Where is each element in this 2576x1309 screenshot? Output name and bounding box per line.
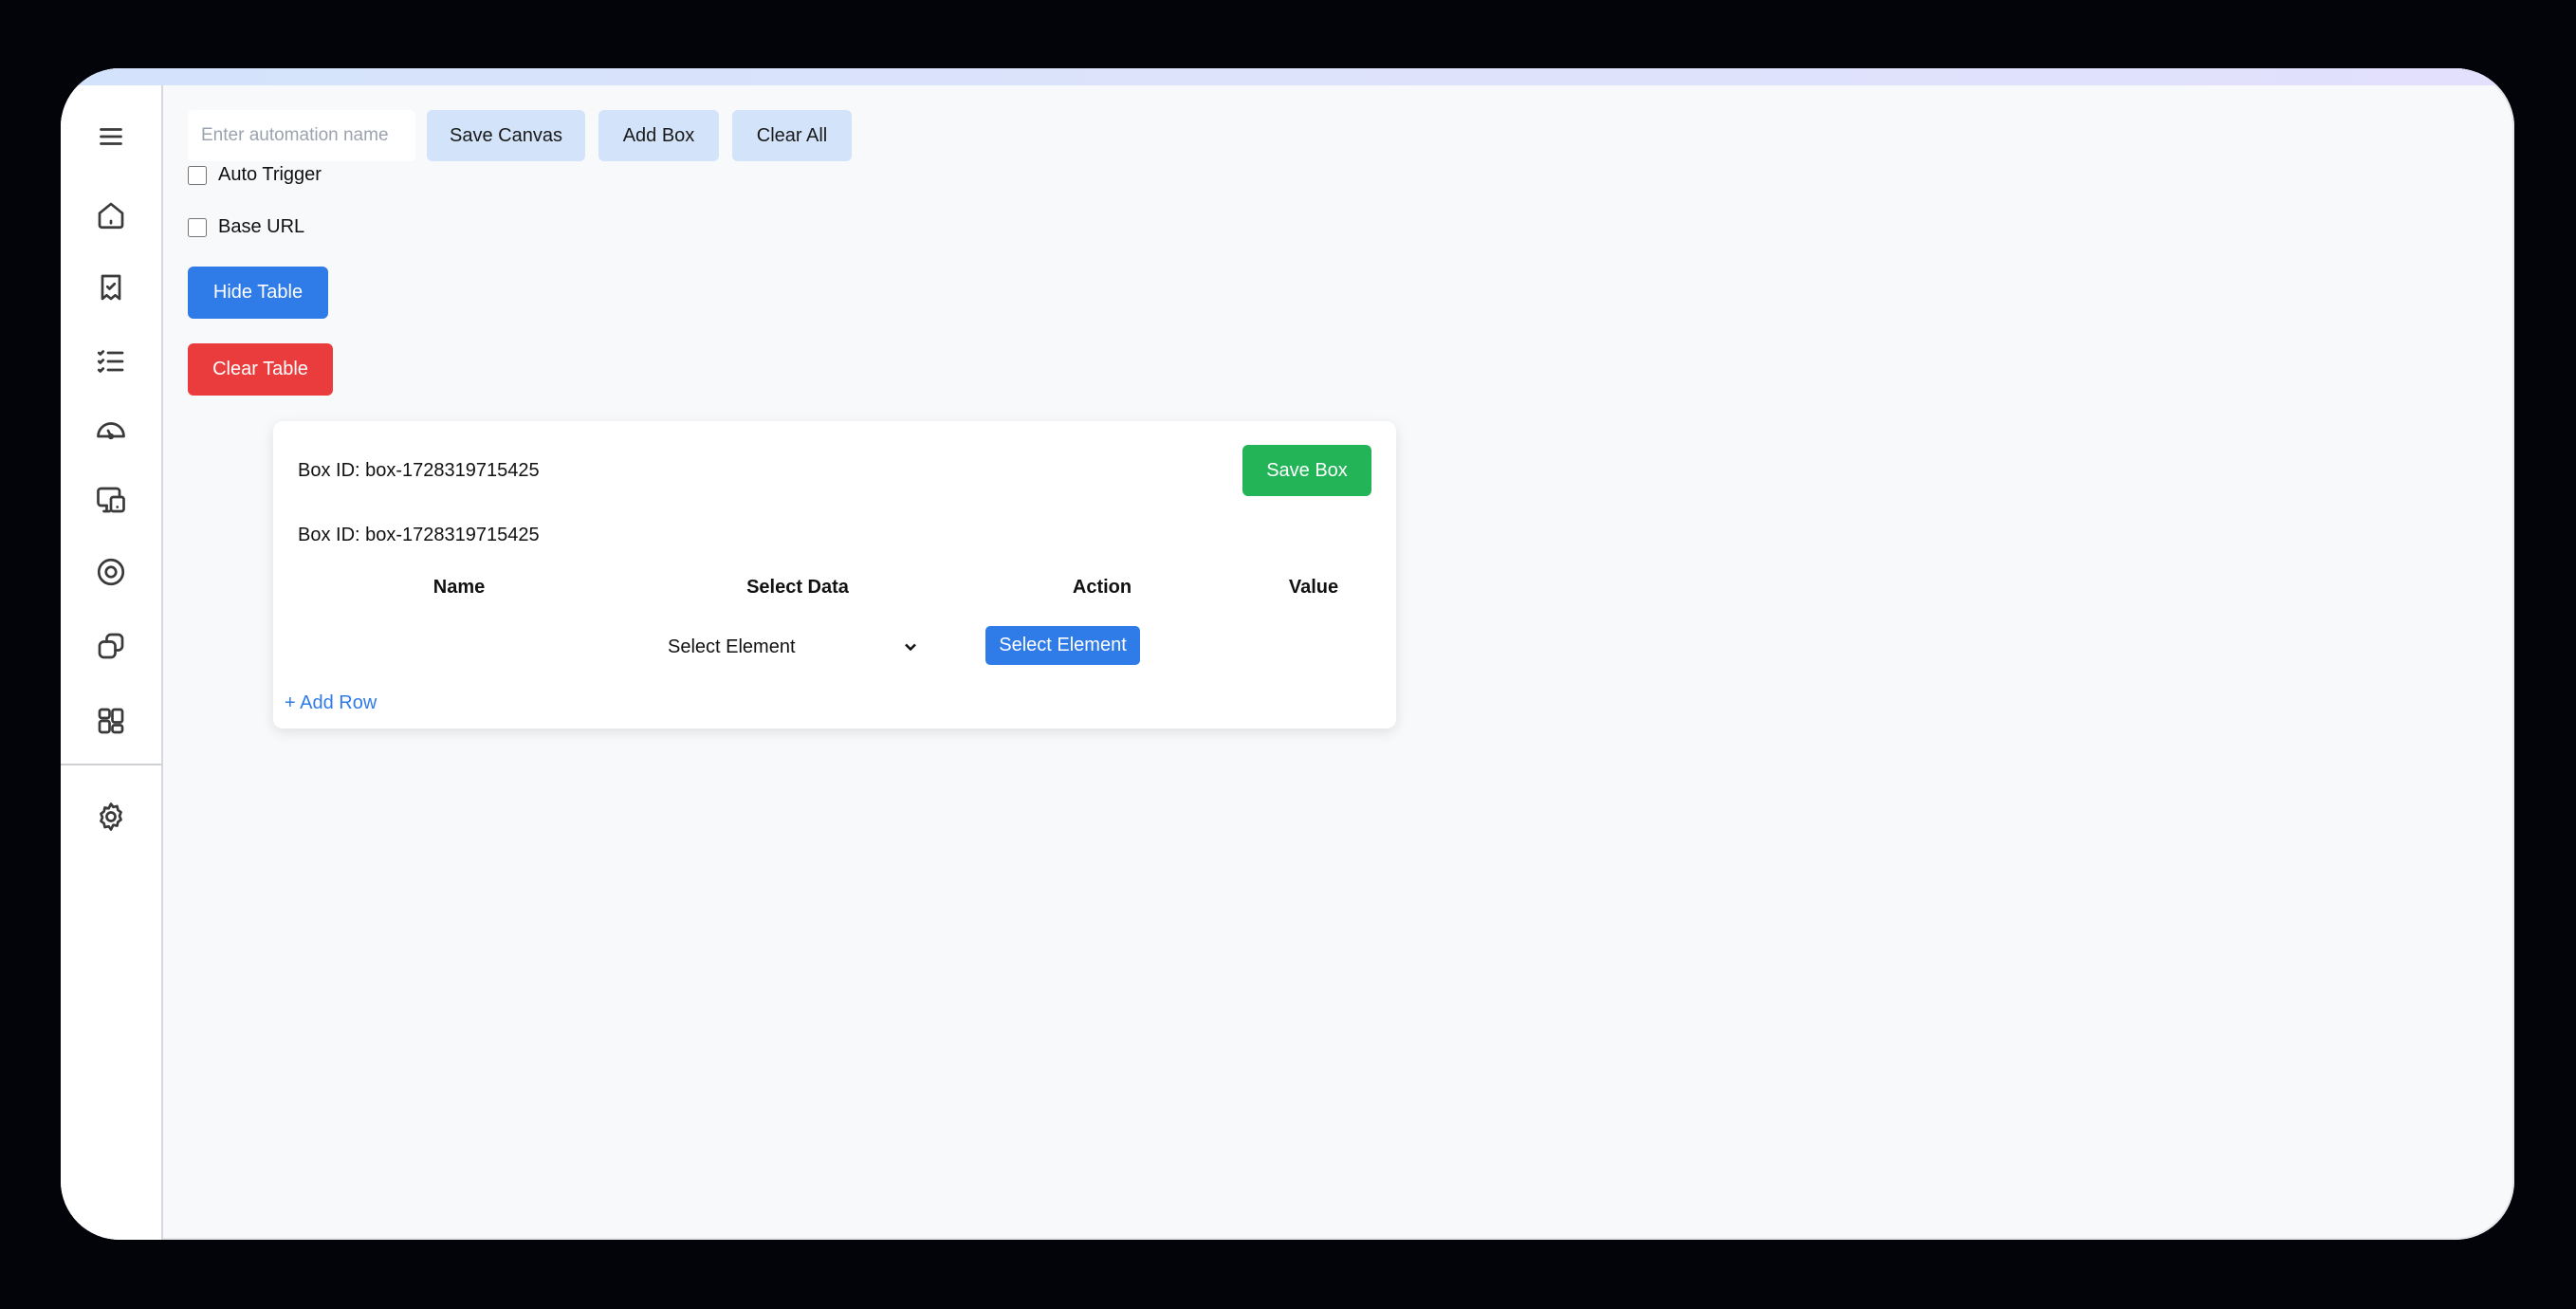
automation-box[interactable]: Box ID: box-1728319715425 Save Box Box I… bbox=[273, 421, 1396, 728]
base-url-checkbox[interactable] bbox=[188, 217, 207, 237]
sidebar-divider bbox=[61, 764, 161, 765]
box-id-header: Box ID: box-1728319715425 bbox=[298, 460, 540, 481]
auto-trigger-label: Auto Trigger bbox=[218, 164, 322, 185]
column-header-value: Value bbox=[1288, 577, 1339, 598]
home-icon[interactable] bbox=[90, 194, 132, 236]
automation-name-input[interactable] bbox=[188, 110, 415, 161]
grid-icon[interactable] bbox=[90, 700, 132, 742]
hide-table-button[interactable]: Hide Table bbox=[188, 267, 328, 319]
chevron-down-icon bbox=[905, 643, 916, 652]
sidebar bbox=[61, 85, 163, 1240]
select-data-dropdown[interactable]: Select Element bbox=[656, 628, 931, 666]
column-header-select-data: Select Data bbox=[746, 577, 849, 598]
add-row-link[interactable]: + Add Row bbox=[285, 692, 377, 714]
clear-all-button[interactable]: Clear All bbox=[732, 110, 852, 161]
column-header-action: Action bbox=[1072, 577, 1132, 598]
save-canvas-button[interactable]: Save Canvas bbox=[427, 110, 585, 161]
app-window: Save Canvas Add Box Clear All Auto Trigg… bbox=[61, 68, 2514, 1240]
select-element-button[interactable]: Select Element bbox=[985, 626, 1140, 665]
base-url-label: Base URL bbox=[218, 216, 305, 237]
box-id-table: Box ID: box-1728319715425 bbox=[298, 525, 540, 545]
gear-icon[interactable] bbox=[90, 796, 132, 838]
checklist-icon[interactable] bbox=[90, 341, 132, 382]
select-data-value: Select Element bbox=[668, 636, 796, 657]
clear-table-button[interactable]: Clear Table bbox=[188, 343, 333, 396]
menu-icon[interactable] bbox=[90, 116, 132, 157]
window-top-bar bbox=[61, 68, 2514, 85]
gauge-icon[interactable] bbox=[90, 410, 132, 452]
save-box-button[interactable]: Save Box bbox=[1242, 445, 1371, 496]
auto-trigger-option[interactable]: Auto Trigger bbox=[188, 164, 322, 186]
add-box-button[interactable]: Add Box bbox=[598, 110, 719, 161]
copy-icon[interactable] bbox=[90, 625, 132, 667]
auto-trigger-checkbox[interactable] bbox=[188, 165, 207, 185]
column-header-name: Name bbox=[432, 577, 486, 598]
base-url-option[interactable]: Base URL bbox=[188, 216, 304, 238]
target-icon[interactable] bbox=[90, 551, 132, 593]
bookmark-check-icon[interactable] bbox=[90, 267, 132, 308]
main-canvas: Save Canvas Add Box Clear All Auto Trigg… bbox=[163, 85, 2514, 1240]
devices-icon[interactable] bbox=[90, 479, 132, 521]
